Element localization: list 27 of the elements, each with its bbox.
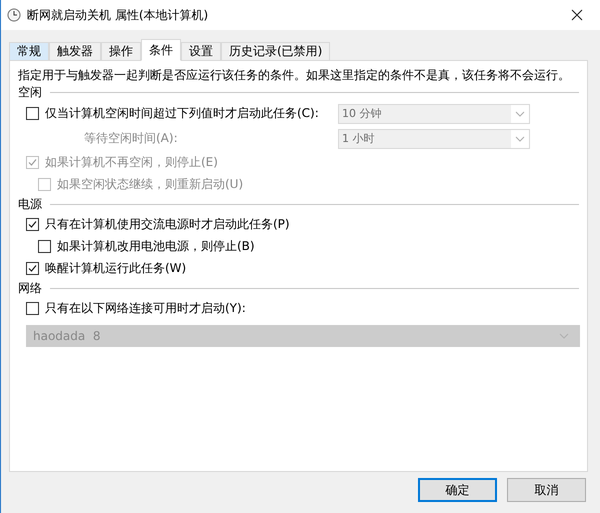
checkbox[interactable]: 只有在计算机使用交流电源时才启动此任务(P) <box>26 216 290 232</box>
dialog-button[interactable]: 确定 <box>418 478 497 502</box>
close-icon <box>571 9 583 21</box>
field-label: 等待空闲时间(A): <box>84 130 178 147</box>
checkmark-icon <box>28 158 37 166</box>
tab[interactable]: 历史记录(已禁用) <box>221 42 330 61</box>
clock-icon <box>7 8 21 22</box>
tab[interactable]: 条件 <box>141 39 181 61</box>
description-text: 指定用于与触发器一起判断是否应运行该任务的条件。如果这里指定的条件不是真，该任务将不会运行。 <box>18 67 571 83</box>
section-heading: 电源 <box>18 196 42 212</box>
tab[interactable]: 触发器 <box>49 42 101 61</box>
checkbox[interactable]: 唤醒计算机运行此任务(W) <box>26 260 186 276</box>
checkbox[interactable]: 如果计算机改用电池电源，则停止(B) <box>38 238 255 254</box>
section-heading: 空闲 <box>18 84 42 100</box>
checkbox[interactable]: 只有在以下网络连接可用时才启动(Y): <box>26 300 246 316</box>
tab[interactable]: 设置 <box>181 42 221 61</box>
checkbox[interactable]: 仅当计算机空闲时间超过下列值时才启动此任务(C): <box>26 105 319 122</box>
checkmark-icon <box>28 220 37 228</box>
tab[interactable]: 操作 <box>101 42 141 61</box>
window-title: 断网就启动关机 属性(本地计算机) <box>27 6 210 24</box>
dialog-button[interactable]: 取消 <box>507 478 586 502</box>
tab[interactable]: 常规 <box>9 42 49 61</box>
chevron-down-icon <box>515 136 525 142</box>
chevron-down-icon <box>559 333 569 339</box>
chevron-down-icon <box>515 110 525 116</box>
section-heading: 网络 <box>18 280 42 296</box>
checkmark-icon <box>28 264 37 272</box>
